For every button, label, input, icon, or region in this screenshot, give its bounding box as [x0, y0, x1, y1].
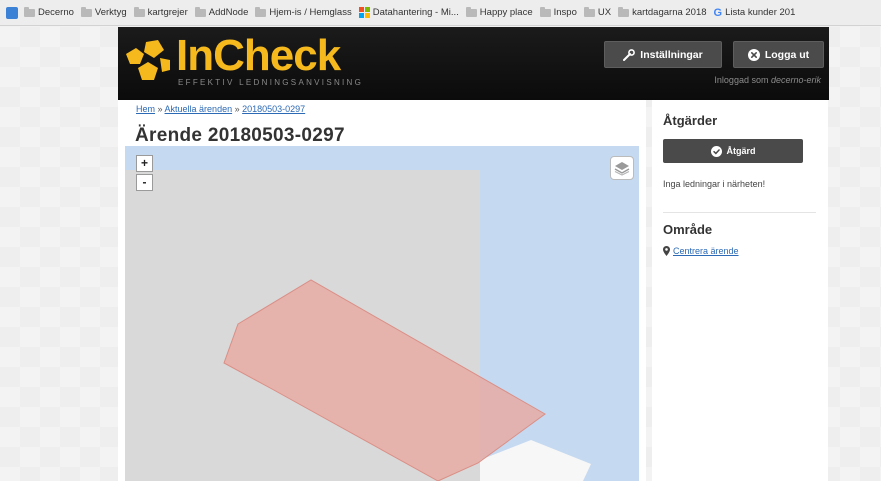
breadcrumb-home[interactable]: Hem — [136, 104, 155, 114]
microsoft-icon — [358, 7, 370, 18]
breadcrumb: Hem » Aktuella ärenden » 20180503-0297 — [136, 104, 306, 114]
map-marker-icon — [663, 246, 670, 256]
bookmark-verktyg[interactable]: Verktyg — [80, 6, 127, 18]
bookmark-ux[interactable]: UX — [583, 6, 611, 18]
logo-text[interactable]: InCheck — [176, 30, 341, 82]
extension-icon[interactable] — [6, 6, 18, 19]
bookmarks-bar: Decerno Verktyg kartgrejer AddNode Hjem-… — [0, 0, 881, 26]
logout-button[interactable]: Logga ut — [733, 41, 824, 68]
area-heading: Område — [663, 222, 713, 237]
logo-tagline: EFFEKTIV LEDNINGSANVISNING — [178, 78, 364, 87]
map-view[interactable]: + - — [125, 146, 639, 481]
no-lines-message: Inga ledningar i närheten! — [663, 179, 766, 189]
center-case-link[interactable]: Centrera ärende — [663, 246, 739, 256]
logged-in-status: Inloggad som decerno-erik — [714, 75, 821, 85]
google-icon: G — [713, 6, 723, 19]
bookmark-lista-kunder[interactable]: G Lista kunder 201 — [714, 7, 796, 19]
layers-icon — [614, 162, 630, 176]
bookmark-hjem-is[interactable]: Hjem-is / Hemglass — [255, 6, 352, 18]
bookmark-kartdagarna[interactable]: kartdagarna 2018 — [618, 6, 707, 18]
folder-icon — [255, 6, 267, 17]
layers-button[interactable] — [610, 156, 634, 180]
folder-icon — [539, 6, 551, 17]
zoom-out-button[interactable]: - — [136, 174, 153, 191]
bookmark-kartgrejer[interactable]: kartgrejer — [133, 6, 188, 18]
folder-icon — [24, 6, 35, 17]
zoom-controls: + - — [136, 155, 153, 193]
bookmark-inspo[interactable]: Inspo — [539, 6, 577, 18]
bookmark-happy-place[interactable]: Happy place — [465, 6, 533, 18]
folder-icon — [133, 6, 145, 17]
folder-icon — [465, 6, 477, 17]
site-header: InCheck EFFEKTIV LEDNINGSANVISNING Instä… — [118, 27, 829, 100]
zoom-in-button[interactable]: + — [136, 155, 153, 172]
close-circle-icon — [747, 48, 760, 61]
check-circle-icon — [710, 145, 722, 157]
action-button[interactable]: Åtgärd — [663, 139, 803, 163]
breadcrumb-case[interactable]: 20180503-0297 — [242, 104, 305, 114]
folder-icon — [194, 6, 206, 17]
logo-icon[interactable] — [124, 38, 172, 82]
folder-icon — [583, 6, 595, 17]
settings-button[interactable]: Inställningar — [604, 41, 722, 68]
folder-icon — [80, 6, 92, 17]
page-title: Ärende 20180503-0297 — [135, 125, 345, 146]
breadcrumb-current-cases[interactable]: Aktuella ärenden — [165, 104, 233, 114]
logged-in-user: decerno-erik — [770, 75, 821, 85]
actions-heading: Åtgärder — [663, 113, 718, 128]
main-content: Hem » Aktuella ärenden » 20180503-0297 Ä… — [118, 100, 646, 481]
folder-icon — [618, 6, 630, 17]
sidebar-divider — [663, 212, 816, 213]
wrench-icon — [623, 48, 636, 61]
sidebar: Åtgärder Åtgärd Inga ledningar i närhete… — [652, 100, 828, 481]
map-shapes — [125, 170, 591, 481]
bookmark-datahantering[interactable]: Datahantering - Mi... — [358, 7, 459, 18]
bookmark-addnode[interactable]: AddNode — [194, 6, 248, 18]
bookmark-decerno[interactable]: Decerno — [24, 6, 74, 18]
